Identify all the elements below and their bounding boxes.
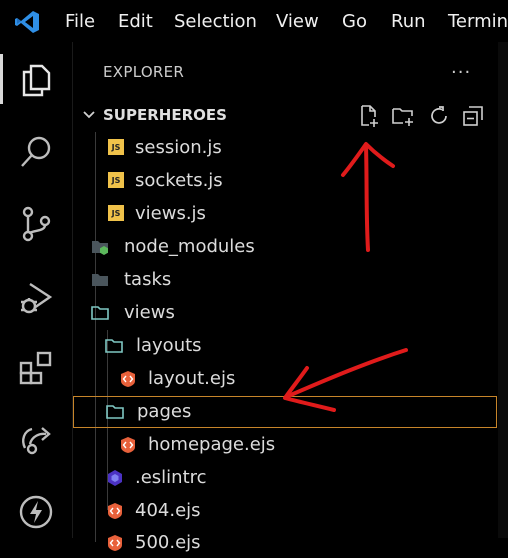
ejs-file-icon [108,503,122,519]
tree-item-404-ejs[interactable]: 404.ejs [73,496,497,526]
thunder-client-icon[interactable] [18,494,54,530]
more-actions-icon[interactable]: ··· [451,62,471,83]
collapse-all-icon[interactable] [461,104,485,128]
active-indicator [0,54,3,104]
tree-item-layout-ejs[interactable]: layout.ejs [73,364,497,394]
tree-item-tasks[interactable]: tasks [73,265,497,295]
node-folder-icon [92,241,108,255]
tree-item-eslintrc[interactable]: .eslintrc [73,463,497,493]
js-file-icon: JS [108,205,126,223]
ejs-file-icon [121,437,135,453]
js-file-icon: JS [108,139,126,157]
folder-open-icon [106,405,124,419]
js-file-icon: JS [108,172,126,190]
tree-item-pages[interactable]: pages [73,396,497,428]
sidebar-scrollbar[interactable] [498,42,508,538]
extensions-icon[interactable] [18,350,54,386]
folder-open-icon [105,339,123,353]
tree-item-sockets-js[interactable]: JS sockets.js [73,166,497,196]
workspace-section-header[interactable]: SUPERHEROES [73,102,499,128]
new-folder-icon[interactable] [391,104,415,128]
explorer-icon[interactable] [18,62,54,98]
tree-item-node-modules[interactable]: node_modules [73,232,497,262]
tree-item-500-ejs[interactable]: 500.ejs [73,528,497,558]
tree-item-session-js[interactable]: JS session.js [73,133,497,163]
menu-file[interactable]: File [65,11,95,32]
menu-go[interactable]: Go [342,11,367,32]
ejs-file-icon [108,535,122,551]
live-share-icon[interactable] [18,420,54,456]
source-control-icon[interactable] [18,206,54,242]
menu-run[interactable]: Run [391,11,426,32]
explorer-sidebar: EXPLORER ··· SUPERHEROES JS session.js J… [72,42,499,553]
tree-item-layouts[interactable]: layouts [73,331,497,361]
tree-item-homepage-ejs[interactable]: homepage.ejs [73,430,497,460]
run-debug-icon[interactable] [18,280,54,316]
chevron-down-icon[interactable] [83,109,95,121]
menu-terminal[interactable]: Termina [448,11,508,32]
eslint-icon [108,470,122,486]
folder-open-icon [91,306,109,320]
activity-bar [0,42,72,538]
refresh-icon[interactable] [427,104,451,128]
new-file-icon[interactable] [357,104,381,128]
menu-edit[interactable]: Edit [118,11,153,32]
tree-item-views-js[interactable]: JS views.js [73,199,497,229]
menu-view[interactable]: View [276,11,319,32]
ejs-file-icon [121,371,135,387]
menu-bar: File Edit Selection View Go Run Termina [0,0,508,42]
workspace-title: SUPERHEROES [103,106,227,124]
vscode-logo-icon[interactable] [14,10,40,34]
search-icon[interactable] [18,134,54,170]
tree-item-views[interactable]: views [73,298,497,328]
menu-selection[interactable]: Selection [174,11,257,32]
sidebar-title: EXPLORER [103,63,185,81]
folder-icon [92,274,108,286]
